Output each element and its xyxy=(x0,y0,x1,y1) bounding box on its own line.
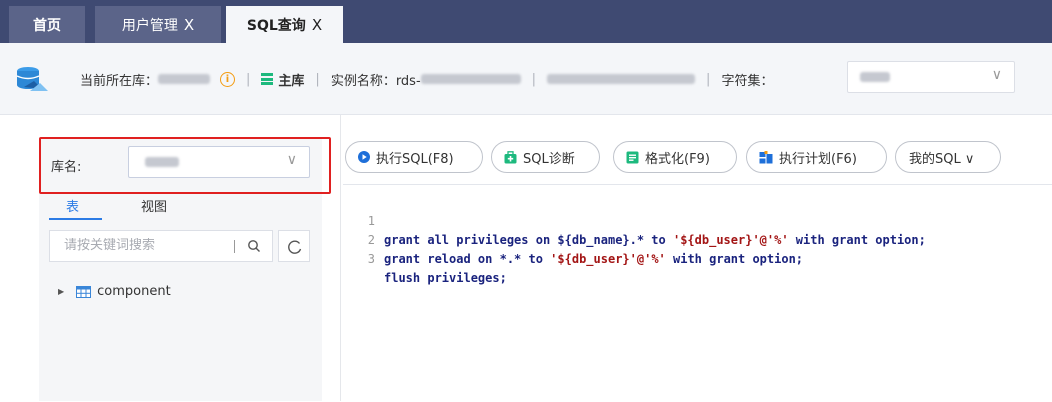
master-db-icon xyxy=(261,73,274,85)
tab-home-label: 首页 xyxy=(33,17,61,34)
current-db-label: 当前所在库： xyxy=(80,73,159,89)
db-name-label: 库名: xyxy=(51,160,82,175)
line-number: 3 xyxy=(367,252,375,266)
code-segment: grant all privileges on ${db_name}.* to xyxy=(384,233,673,247)
tab-tables[interactable]: 表 xyxy=(66,196,79,215)
separator: | xyxy=(315,71,320,87)
code-line: 1 grant all privileges on ${db_name}.* t… xyxy=(343,193,926,247)
execute-sql-label: 执行SQL(F8) xyxy=(376,151,454,167)
table-search-input[interactable] xyxy=(64,238,224,253)
sql-editor[interactable]: 1 grant all privileges on ${db_name}.* t… xyxy=(343,184,1052,402)
diagnose-kit-icon xyxy=(504,150,517,163)
expand-caret-icon[interactable]: ▶ xyxy=(58,287,64,296)
active-tab-underline xyxy=(49,218,102,220)
chevron-down-icon: ∨ xyxy=(991,67,1002,83)
table-tree-item[interactable]: ▶ component xyxy=(58,284,171,299)
play-icon xyxy=(358,151,370,163)
sql-diagnose-label: SQL诊断 xyxy=(523,151,575,167)
code-string: '${db_user}'@'%' xyxy=(550,252,666,266)
separator: | xyxy=(246,71,251,87)
search-divider xyxy=(234,240,235,253)
table-search-box xyxy=(49,230,273,262)
tab-user-management-label: 用户管理 xyxy=(121,17,178,34)
db-name-select[interactable]: ∨ xyxy=(128,146,310,178)
my-sql-label: 我的SQL ∨ xyxy=(909,151,975,167)
separator: | xyxy=(706,71,711,87)
redacted-instance-name xyxy=(420,74,521,84)
close-icon[interactable]: X xyxy=(184,16,194,34)
execution-plan-icon xyxy=(759,150,773,163)
code-text: grant reload on *.* to '${db_user}'@'%' … xyxy=(384,250,803,269)
instance-info-row: 当前所在库： i | 主库 | 实例名称：rds- | | 字符集： xyxy=(80,69,773,89)
chevron-down-icon: ∨ xyxy=(286,152,297,168)
master-label: 主库 xyxy=(278,73,305,89)
redacted-db-select-value xyxy=(145,157,179,167)
format-doc-icon xyxy=(626,151,639,163)
redacted-db-name xyxy=(158,74,211,84)
top-tab-bar: 首页 用户管理 X SQL查询 X xyxy=(0,0,1052,43)
format-button[interactable]: 格式化(F9) xyxy=(613,141,737,173)
separator: | xyxy=(531,71,537,87)
instance-info-bar: 当前所在库： i | 主库 | 实例名称：rds- | | 字符集： ∨ xyxy=(0,43,1052,115)
tab-sql-query[interactable]: SQL查询 X xyxy=(226,6,343,43)
my-sql-dropdown[interactable]: 我的SQL ∨ xyxy=(895,141,1001,173)
sql-diagnose-button[interactable]: SQL诊断 xyxy=(491,141,600,173)
code-text: grant all privileges on ${db_name}.* to … xyxy=(384,231,926,250)
code-segment: flush privileges; xyxy=(384,271,507,285)
code-segment: with grant option; xyxy=(665,252,804,266)
format-label: 格式化(F9) xyxy=(645,151,710,167)
tab-views[interactable]: 视图 xyxy=(141,196,167,215)
code-text: flush privileges; xyxy=(384,269,507,288)
code-segment: with grant option; xyxy=(788,233,926,247)
redacted-charset-value xyxy=(860,72,890,82)
refresh-icon xyxy=(288,240,302,254)
charset-select[interactable]: ∨ xyxy=(847,61,1015,93)
code-segment: grant reload on *.* to xyxy=(384,252,551,266)
execution-plan-label: 执行计划(F6) xyxy=(779,151,857,167)
charset-label: 字符集： xyxy=(721,73,774,89)
search-icon[interactable] xyxy=(247,239,261,253)
table-name: component xyxy=(97,284,171,299)
execution-plan-button[interactable]: 执行计划(F6) xyxy=(746,141,887,173)
code-string: '${db_user}'@'%' xyxy=(672,233,789,247)
code-line: 3 flush privileges; xyxy=(343,231,507,285)
refresh-button[interactable] xyxy=(278,230,310,262)
tab-sql-query-label: SQL查询 xyxy=(246,17,306,34)
close-icon[interactable]: X xyxy=(312,16,322,34)
execute-sql-button[interactable]: 执行SQL(F8) xyxy=(345,141,483,173)
info-warning-icon[interactable]: i xyxy=(220,71,236,87)
tab-home[interactable]: 首页 xyxy=(9,6,85,43)
redacted-instance-address xyxy=(547,74,696,84)
table-icon xyxy=(76,285,92,298)
instance-name-label: 实例名称：rds- xyxy=(330,73,421,89)
code-line: 2 grant reload on *.* to '${db_user}'@'%… xyxy=(343,212,803,266)
tab-user-management[interactable]: 用户管理 X xyxy=(95,6,221,43)
database-logo-icon xyxy=(16,67,48,91)
